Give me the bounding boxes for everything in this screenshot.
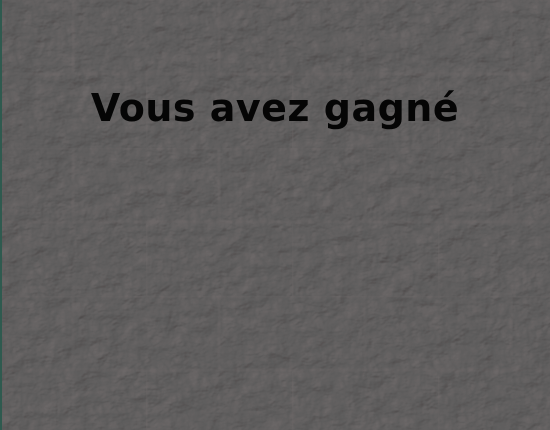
left-edge-border xyxy=(0,0,2,430)
game-screen: Vous avez gagné xyxy=(0,0,550,430)
win-message: Vous avez gagné xyxy=(90,86,460,130)
stone-wall-background xyxy=(0,0,550,430)
